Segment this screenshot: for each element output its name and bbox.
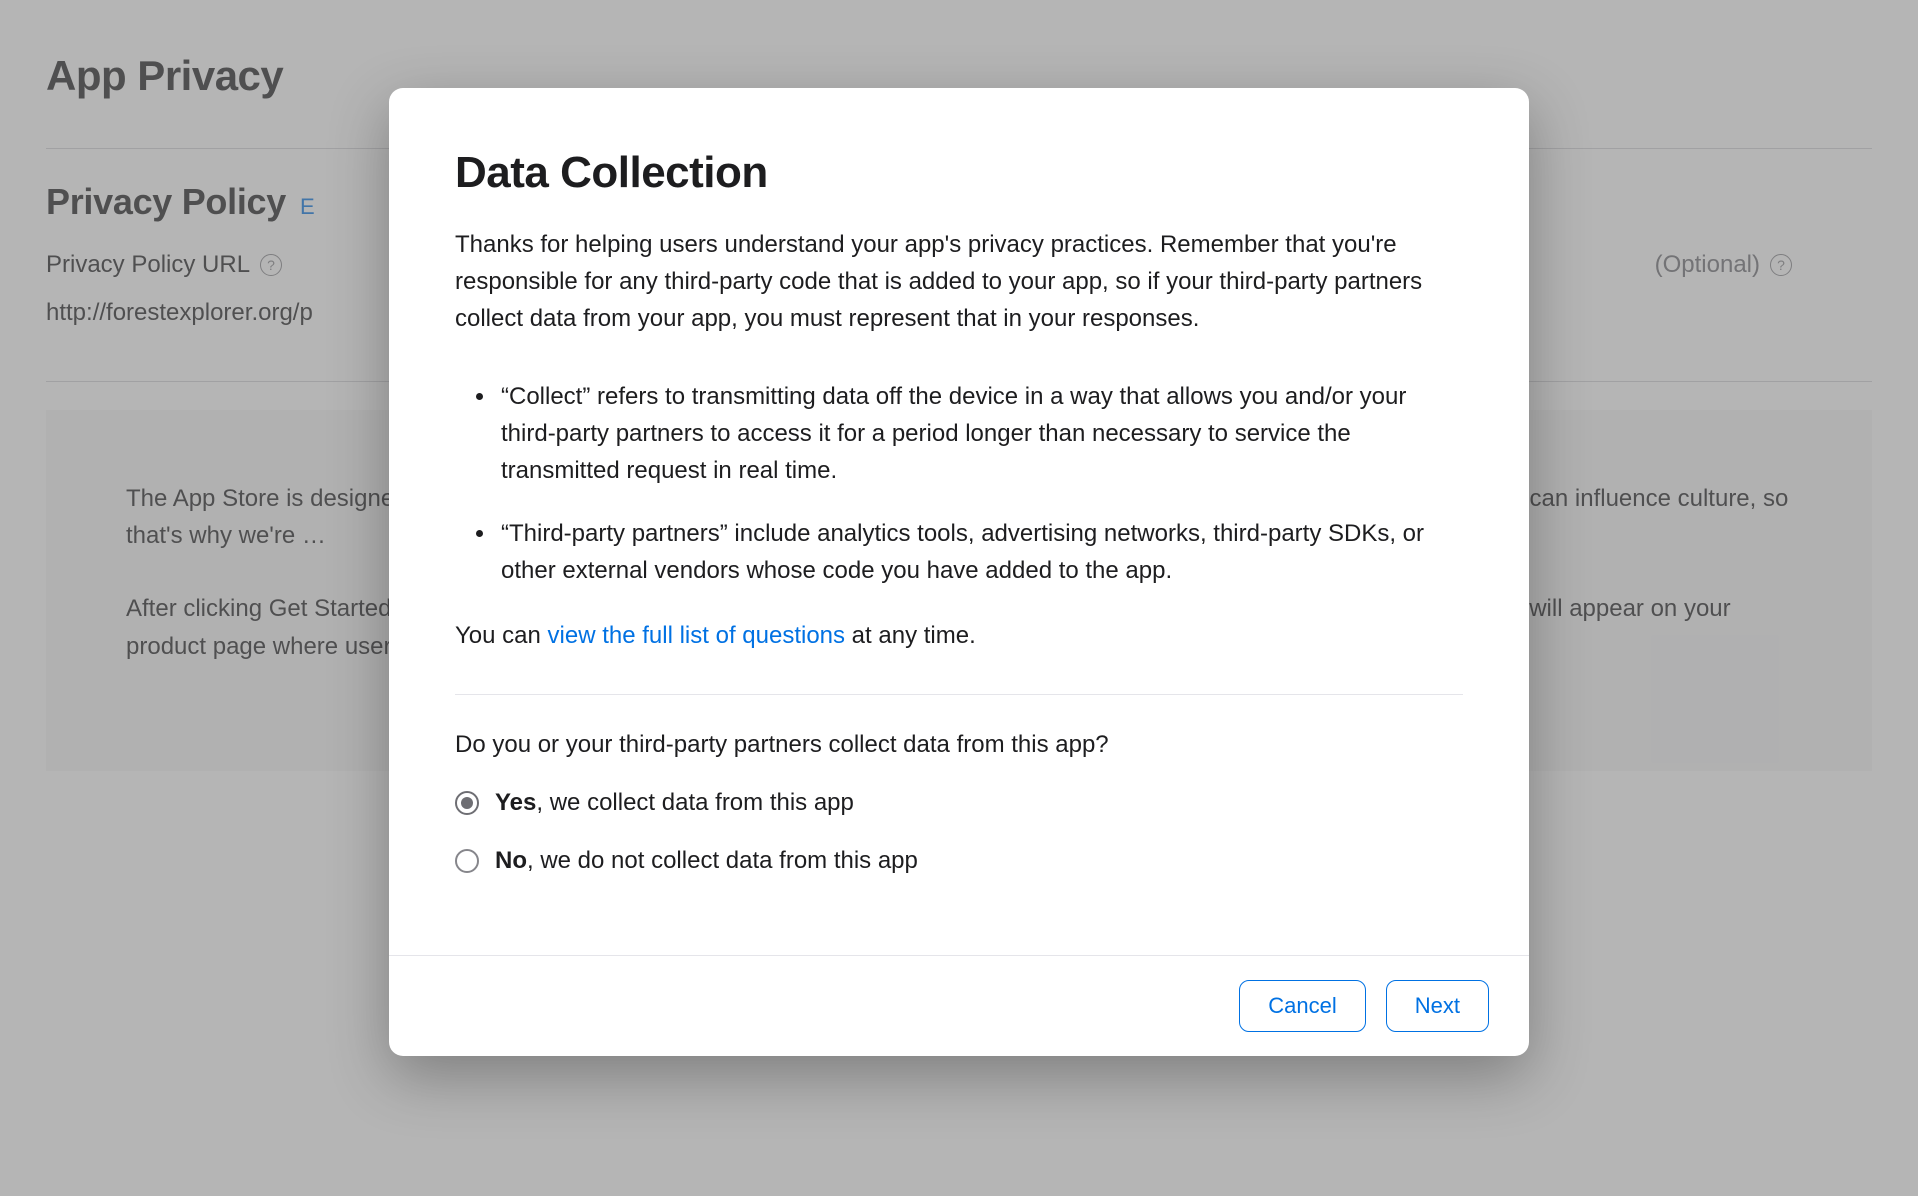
modal-body: Data Collection Thanks for helping users… — [389, 88, 1529, 955]
data-collection-modal: Data Collection Thanks for helping users… — [389, 88, 1529, 1056]
modal-divider — [455, 694, 1463, 695]
modal-title: Data Collection — [455, 148, 1463, 198]
modal-overlay: Data Collection Thanks for helping users… — [0, 0, 1918, 1196]
link-prefix: You can — [455, 622, 548, 649]
modal-question: Do you or your third-party partners coll… — [455, 731, 1463, 759]
radio-label-strong: No — [495, 847, 527, 874]
radio-icon — [455, 791, 479, 815]
modal-footer: Cancel Next — [389, 955, 1529, 1056]
modal-bullet: “Collect” refers to transmitting data of… — [497, 378, 1463, 490]
radio-label-strong: Yes — [495, 789, 536, 816]
radio-option-yes[interactable]: Yes, we collect data from this app — [455, 789, 1463, 817]
radio-label-rest: , we collect data from this app — [536, 789, 853, 816]
view-questions-link[interactable]: view the full list of questions — [548, 622, 845, 649]
link-suffix: at any time. — [845, 622, 976, 649]
modal-link-line: You can view the full list of questions … — [455, 622, 1463, 650]
modal-intro: Thanks for helping users understand your… — [455, 226, 1463, 338]
cancel-button[interactable]: Cancel — [1239, 980, 1365, 1032]
modal-bullet: “Third-party partners” include analytics… — [497, 515, 1463, 589]
next-button[interactable]: Next — [1386, 980, 1489, 1032]
radio-icon — [455, 849, 479, 873]
radio-label: No, we do not collect data from this app — [495, 847, 918, 875]
radio-label-rest: , we do not collect data from this app — [527, 847, 918, 874]
modal-bullet-list: “Collect” refers to transmitting data of… — [455, 378, 1463, 590]
radio-label: Yes, we collect data from this app — [495, 789, 854, 817]
radio-option-no[interactable]: No, we do not collect data from this app — [455, 847, 1463, 875]
